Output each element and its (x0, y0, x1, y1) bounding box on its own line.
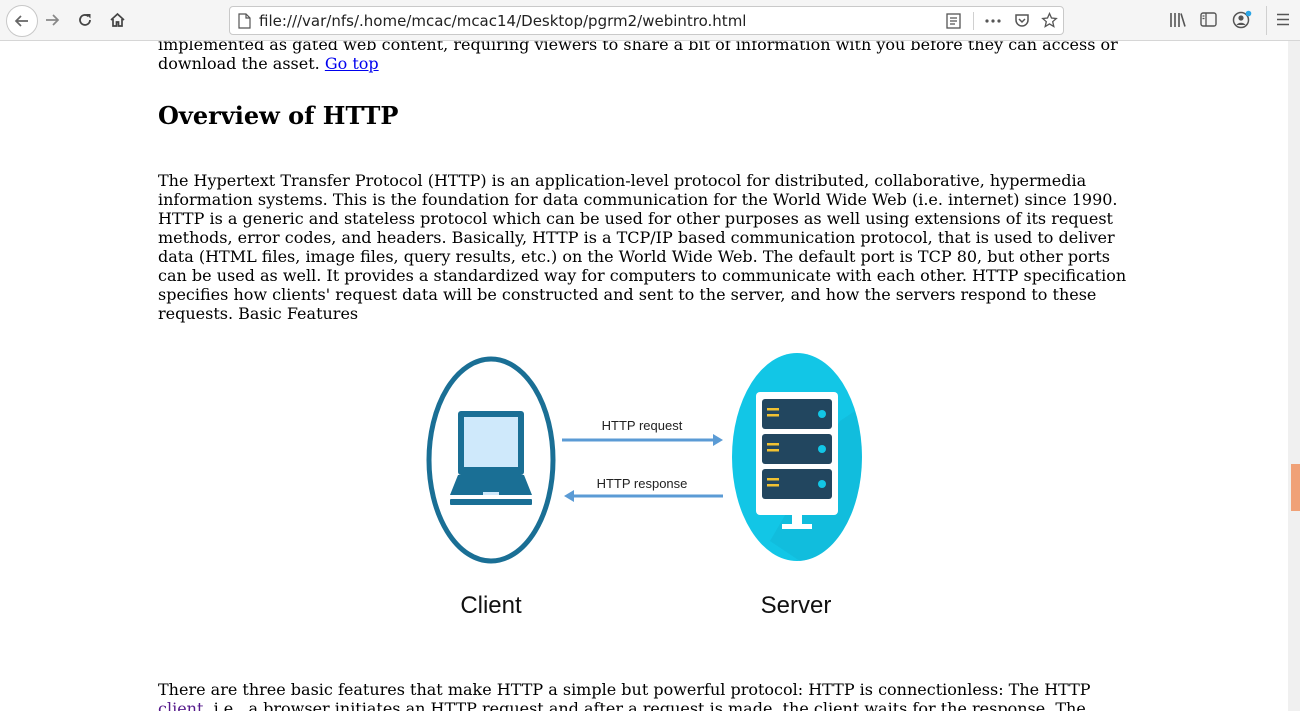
page-icon (238, 13, 251, 29)
back-button[interactable] (6, 5, 38, 37)
response-label: HTTP response (597, 476, 688, 491)
go-top-link[interactable]: Go top (325, 54, 379, 73)
request-label: HTTP request (602, 418, 683, 433)
scrollbar-thumb[interactable] (1291, 464, 1300, 511)
forward-icon (46, 14, 60, 26)
library-icon[interactable] (1169, 12, 1187, 28)
features-paragraph: There are three basic features that make… (158, 680, 1133, 711)
back-icon (14, 15, 28, 27)
pocket-icon[interactable] (1014, 13, 1030, 29)
reload-icon (79, 14, 91, 26)
more-icon[interactable] (985, 19, 1001, 23)
toolbar-separator (1266, 6, 1267, 35)
home-button[interactable] (103, 6, 131, 34)
bookmark-star-icon[interactable] (1041, 12, 1058, 29)
http-diagram: HTTP request HTTP response Client Server (426, 353, 862, 619)
intro-paragraph: implemented as gated web content, requir… (158, 41, 1133, 73)
intro-text: implemented as gated web content, requir… (158, 41, 1118, 73)
server-rack-icon (756, 392, 838, 529)
request-arrow (562, 434, 723, 446)
page-viewport: implemented as gated web content, requir… (0, 41, 1288, 711)
url-text[interactable]: file:///var/nfs/.home/mcac/mcac14/Deskto… (259, 12, 746, 30)
forward-button[interactable] (38, 6, 66, 34)
vertical-scrollbar[interactable] (1288, 41, 1300, 711)
home-icon (109, 12, 125, 27)
response-arrow (564, 490, 723, 502)
features-text-continued: , i.e., a browser initiates an HTTP requ… (203, 699, 1086, 711)
reload-button[interactable] (71, 6, 99, 34)
page-heading: Overview of HTTP (158, 101, 399, 130)
client-label: Client (460, 592, 522, 619)
server-label: Server (761, 592, 832, 619)
account-icon[interactable] (1232, 10, 1252, 29)
overview-paragraph: The Hypertext Transfer Protocol (HTTP) i… (158, 171, 1127, 323)
features-text: There are three basic features that make… (158, 680, 1091, 699)
url-separator (973, 12, 974, 30)
url-bar[interactable]: file:///var/nfs/.home/mcac/mcac14/Deskto… (229, 6, 1064, 35)
menu-icon[interactable] (1276, 13, 1290, 26)
laptop-icon (450, 411, 532, 505)
client-link[interactable]: client (158, 699, 203, 711)
reader-view-icon[interactable] (946, 13, 961, 29)
sidebar-icon[interactable] (1200, 12, 1217, 27)
browser-toolbar: file:///var/nfs/.home/mcac/mcac14/Deskto… (0, 0, 1300, 41)
